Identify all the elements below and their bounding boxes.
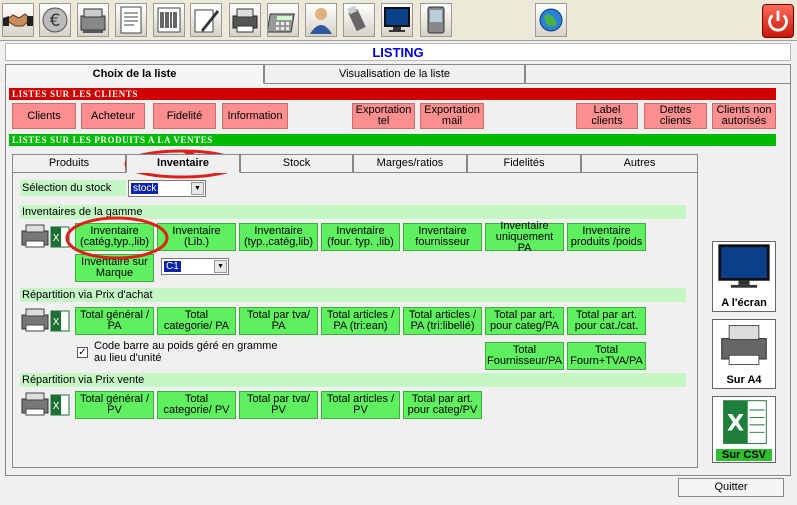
inventaire-categ-typ-lib-button[interactable]: Inventaire (catég,typ.,lib) [75, 223, 154, 251]
information-button[interactable]: Information [222, 103, 288, 129]
total-fourn-tva-pa-button[interactable]: Total Fourn+TVA/PA [567, 342, 646, 370]
calculator-icon[interactable] [267, 3, 299, 37]
vente-label: Répartition via Prix vente [20, 373, 686, 387]
total-articles-pv-button[interactable]: Total articles / PV [321, 391, 400, 419]
stock-select-label: Sélection du stock [20, 180, 126, 196]
stock-select-value: stock [131, 183, 159, 194]
inventaire-marque-button[interactable]: Inventaire sur Marque [75, 254, 154, 282]
inventaire-uniquement-pa-button[interactable]: Inventaire uniquement PA [485, 220, 564, 253]
tab-visualisation-liste[interactable]: Visualisation de la liste [264, 64, 525, 84]
chevron-down-icon[interactable]: ▼ [191, 182, 204, 195]
total-par-art-categ-pa-button[interactable]: Total par art. pour categ/PA [485, 307, 564, 335]
sur-a4-button[interactable]: Sur A4 [712, 319, 776, 389]
svg-text:X: X [53, 317, 60, 328]
power-icon[interactable] [762, 4, 794, 38]
tab-empty[interactable] [525, 64, 791, 84]
tab-inventaire[interactable]: Inventaire [126, 154, 240, 173]
euro-icon[interactable]: € [39, 3, 71, 37]
inventaire-produits-poids-button[interactable]: Inventaire produits /poids [567, 223, 646, 251]
printer-excel-icon: X [21, 223, 71, 251]
monitor-icon[interactable] [381, 3, 413, 37]
printer-icon [721, 325, 767, 366]
exportation-mail-button[interactable]: Exportation mail [420, 103, 484, 129]
inventaire-fournisseur-button[interactable]: Inventaire fournisseur [403, 223, 482, 251]
fidelite-button[interactable]: Fidelité [153, 103, 216, 129]
excel-icon: X [723, 400, 767, 444]
code-barre-label: Code barre au poids géré en gramme au li… [94, 340, 278, 364]
tab-choix-liste[interactable]: Choix de la liste [5, 64, 264, 84]
clients-header: LISTES SUR LES CLIENTS [9, 88, 776, 100]
total-par-tva-pv-button[interactable]: Total par tva/ PV [239, 391, 318, 419]
chevron-down-icon[interactable]: ▼ [214, 260, 227, 273]
a-l-ecran-label: A l'écran [721, 297, 767, 309]
total-par-tva-pa-button[interactable]: Total par tva/ PA [239, 307, 318, 335]
barcode-icon[interactable] [153, 3, 185, 37]
produits-header: LISTES SUR LES PRODUITS A LA VENTES [9, 134, 776, 146]
pda-icon[interactable] [420, 3, 452, 37]
tab-fidelites[interactable]: Fidelités [467, 154, 581, 173]
page-title: LISTING [5, 43, 791, 61]
globe-icon[interactable] [535, 3, 567, 37]
marque-select[interactable]: C1 ▼ [161, 258, 229, 275]
pen-icon[interactable] [190, 3, 222, 37]
acheteur-button[interactable]: Acheteur [81, 103, 145, 129]
tab-autres[interactable]: Autres [581, 154, 698, 173]
total-general-pv-button[interactable]: Total général / PV [75, 391, 154, 419]
main-toolbar: € [0, 0, 797, 41]
quitter-button[interactable]: Quitter [678, 478, 784, 497]
cash-register-icon[interactable] [77, 3, 109, 37]
achat-label: Répartition via Prix d'achat [20, 288, 686, 302]
svg-text:X: X [53, 233, 60, 244]
svg-text:X: X [53, 401, 60, 412]
total-articles-pa-libelle-button[interactable]: Total articles / PA (tri:libellé) [403, 307, 482, 335]
user-icon[interactable] [305, 3, 337, 37]
sur-a4-label: Sur A4 [726, 374, 762, 386]
handshake-icon[interactable] [2, 3, 34, 37]
sur-csv-button[interactable]: X Sur CSV [712, 396, 776, 463]
inventaire-four-typ-lib-button[interactable]: Inventaire (four. typ. ,lib) [321, 223, 400, 251]
monitor-icon [718, 244, 770, 288]
total-general-pa-button[interactable]: Total général / PA [75, 307, 154, 335]
total-par-art-cat-cat-button[interactable]: Total par art. pour cat./cat. [567, 307, 646, 335]
printer-excel-icon: X [21, 391, 71, 419]
total-categorie-pv-button[interactable]: Total categorie/ PV [157, 391, 236, 419]
total-categorie-pa-button[interactable]: Total categorie/ PA [157, 307, 236, 335]
sur-csv-label: Sur CSV [716, 449, 772, 461]
label-clients-button[interactable]: Label clients [576, 103, 638, 129]
a-l-ecran-button[interactable]: A l'écran [712, 241, 776, 312]
exportation-tel-button[interactable]: Exportation tel [352, 103, 415, 129]
total-fournisseur-pa-button[interactable]: Total Fournisseur/PA [485, 342, 564, 370]
marque-select-value: C1 [164, 261, 181, 272]
usb-icon[interactable] [343, 3, 375, 37]
total-articles-pa-ean-button[interactable]: Total articles / PA (tri:ean) [321, 307, 400, 335]
printer-icon[interactable] [229, 3, 261, 37]
stock-select[interactable]: stock ▼ [128, 180, 206, 197]
dettes-clients-button[interactable]: Dettes clients [644, 103, 707, 129]
inventaire-lib-button[interactable]: Inventaire (Lib.) [157, 223, 236, 251]
printer-excel-icon: X [21, 307, 71, 335]
tab-marges-ratios[interactable]: Marges/ratios [353, 154, 467, 173]
gamme-label: Inventaires de la gamme [20, 205, 686, 219]
clients-button[interactable]: Clients [12, 103, 76, 129]
inventaire-typ-categ-lib-button[interactable]: Inventaire (typ.,catég,lib) [239, 223, 318, 251]
total-par-art-categ-pv-button[interactable]: Total par art. pour categ/PV [403, 391, 482, 419]
code-barre-checkbox[interactable]: ✓ [77, 347, 88, 358]
clients-non-autorises-button[interactable]: Clients non autorisés [712, 103, 776, 129]
tab-stock[interactable]: Stock [240, 154, 353, 173]
tab-produits[interactable]: Produits [12, 154, 126, 173]
document-icon[interactable] [115, 3, 147, 37]
svg-text:€: € [50, 11, 61, 31]
svg-text:X: X [727, 410, 744, 436]
